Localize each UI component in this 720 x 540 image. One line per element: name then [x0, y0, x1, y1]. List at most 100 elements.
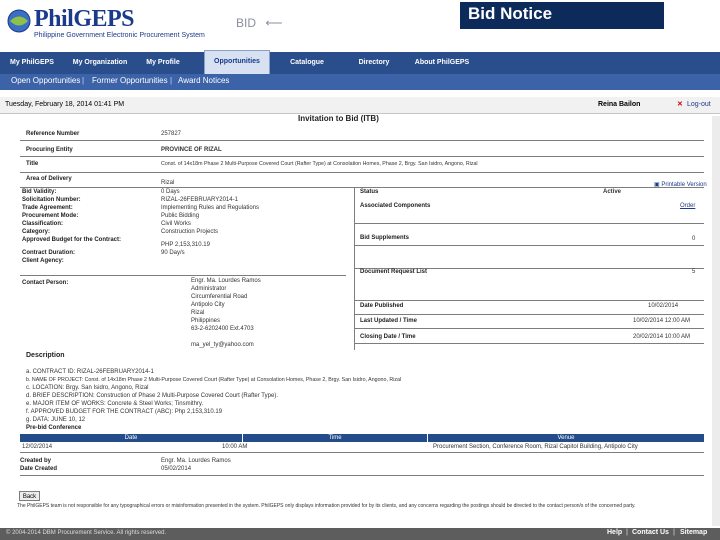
description-line: g. DATA: JUNE 10, 12	[26, 417, 86, 423]
detail-value-procurement-mode: Public Bidding	[161, 213, 200, 219]
vertical-scrollbar[interactable]	[712, 116, 720, 526]
associated-components-order-link[interactable]: Order	[680, 203, 695, 209]
date-published-value: 10/02/2014	[648, 303, 679, 309]
status-value: Active	[603, 189, 622, 195]
subnav-award-notices[interactable]: Award Notices	[178, 76, 229, 85]
description-line: a. CONTRACT ID: RIZAL-26FEBRUARY2014-1	[26, 369, 154, 375]
bid-notice-content: Invitation to Bid (ITB) Reference Number…	[8, 114, 712, 514]
detail-label-client-agency: Client Agency:	[22, 258, 64, 264]
prebid-time: 10:00 AM	[222, 444, 248, 450]
status-label: Status	[360, 189, 379, 195]
associated-components-label: Associated Components	[360, 203, 431, 209]
footer-sitemap-link[interactable]: Sitemap	[680, 529, 707, 536]
closing-date-label: Closing Date / Time	[360, 334, 416, 340]
area-label: Area of Delivery	[26, 176, 72, 182]
bid-label: BID ⟵	[236, 16, 283, 30]
detail-label-procurement-mode: Procurement Mode:	[22, 213, 79, 219]
date-published-label: Date Published	[360, 303, 404, 309]
prebid-conference-label: Pre-bid Conference	[26, 425, 82, 431]
description-label: Description	[26, 352, 65, 359]
current-date: Tuesday, February 18, 2014 01:41 PM	[5, 101, 125, 108]
back-button[interactable]: Back	[19, 491, 40, 501]
title-label: Title	[26, 161, 39, 167]
prebid-header-time: Time	[243, 434, 427, 442]
subnav-open-opportunities[interactable]: Open Opportunities	[11, 76, 80, 85]
description-line: b. NAME OF PROJECT: Const. of 14x18m Pha…	[26, 377, 402, 383]
footer-help-link[interactable]: Help	[607, 529, 622, 536]
main-navbar: My PhilGEPS My Organization My Profile O…	[0, 50, 720, 74]
subnav-former-opportunities[interactable]: Former Opportunities	[92, 76, 168, 85]
detail-label-classification: Classification:	[22, 221, 64, 227]
detail-value-abc: PHP 2,153,310.19	[161, 242, 210, 248]
contact-email: ma_yel_ty@yahoo.com	[191, 342, 254, 348]
contact-line: 63-2-6202400 Ext.4703	[191, 326, 254, 332]
reference-label: Reference Number	[26, 131, 80, 137]
prebid-date: 12/02/2014	[22, 444, 53, 450]
date-created-label: Date Created	[20, 466, 58, 472]
last-updated-label: Last Updated / Time	[360, 318, 417, 324]
date-created-value: 05/02/2014	[161, 466, 192, 472]
description-line: f. APPROVED BUDGET FOR THE CONTRACT (ABC…	[26, 409, 223, 415]
contact-line: Circumferential Road	[191, 294, 248, 300]
document-request-list-value: 5	[692, 269, 696, 275]
return-arrow-icon: ⟵	[265, 16, 283, 30]
prebid-header-date: Date	[20, 434, 242, 442]
logo-subtitle: Philippine Government Electronic Procure…	[34, 32, 205, 39]
description-line: c. LOCATION: Brgy. San Isidro, Angono, R…	[26, 385, 149, 391]
tab-directory[interactable]: Directory	[348, 52, 400, 74]
date-bar: Tuesday, February 18, 2014 01:41 PM Rein…	[0, 97, 720, 114]
detail-value-contract-duration: 90 Day/s	[161, 250, 185, 256]
tab-my-organization[interactable]: My Organization	[66, 52, 134, 74]
globe-icon	[7, 9, 31, 33]
document-request-list-label: Document Request List	[360, 269, 428, 275]
detail-label-trade-agreement: Trade Agreement:	[22, 205, 73, 211]
header: PhilGEPS Philippine Government Electroni…	[0, 0, 720, 50]
prebid-venue: Procurement Section, Conference Room, Ri…	[433, 444, 638, 450]
contact-line: Antipolo City	[191, 302, 225, 308]
disclaimer-text: The PhilGEPS team is not responsible for…	[17, 503, 636, 509]
closing-date-value: 20/02/2014 10:00 AM	[633, 334, 691, 340]
detail-label-abc: Approved Budget for the Contract:	[22, 237, 121, 243]
created-by-label: Created by	[20, 458, 52, 464]
tab-my-profile[interactable]: My Profile	[136, 52, 190, 74]
detail-label-category: Category:	[22, 229, 51, 235]
detail-label-contract-duration: Contract Duration:	[22, 250, 75, 256]
detail-value-classification: Civil Works	[161, 221, 191, 227]
reference-value: 257827	[161, 131, 182, 137]
created-by-value: Engr. Ma. Lourdes Ramos	[161, 458, 231, 464]
procuring-entity-value: PROVINCE OF RIZAL	[161, 147, 222, 153]
contact-person-label: Contact Person:	[22, 280, 69, 286]
detail-value-bid-validity: 0 Days	[161, 189, 180, 195]
tab-opportunities[interactable]: Opportunities	[204, 50, 270, 74]
logout-link[interactable]: Log-out	[687, 101, 711, 108]
description-line: e. MAJOR ITEM OF WORKS: Concrete & Steel…	[26, 401, 204, 407]
last-updated-value: 10/02/2014 12:00 AM	[633, 318, 691, 324]
title-value: Const. of 14x18m Phase 2 Multi-Purpose C…	[161, 161, 478, 167]
area-value: Rizal	[161, 180, 175, 186]
detail-value-trade-agreement: Implementing Rules and Regulations	[161, 205, 260, 211]
contact-line: Engr. Ma. Lourdes Ramos	[191, 278, 261, 284]
contact-line: Administrator	[191, 286, 227, 292]
detail-value-category: Construction Projects	[161, 229, 219, 235]
logout-icon[interactable]: ✕	[677, 100, 683, 108]
footer-contact-link[interactable]: Contact Us	[632, 529, 669, 536]
contact-line: Rizal	[191, 310, 205, 316]
procuring-entity-label: Procuring Entity	[26, 147, 73, 153]
footer-copyright: © 2004-2014 DBM Procurement Service. All…	[6, 530, 167, 536]
tab-about-philgeps[interactable]: About PhilGEPS	[410, 52, 474, 74]
contact-line: Philippines	[191, 318, 221, 324]
bid-label-text: BID	[236, 16, 257, 30]
bid-supplements-label: Bid Supplements	[360, 235, 410, 241]
detail-value-solicitation: RIZAL-26FEBRUARY2014-1	[161, 197, 238, 203]
description-line: d. BRIEF DESCRIPTION: Construction of Ph…	[26, 393, 278, 399]
footer: © 2004-2014 DBM Procurement Service. All…	[0, 528, 720, 540]
logo-title: PhilGEPS	[34, 6, 135, 32]
tab-catalogue[interactable]: Catalogue	[280, 52, 334, 74]
user-name: Reina Bailon	[598, 101, 641, 108]
philgeps-logo[interactable]: PhilGEPS Philippine Government Electroni…	[6, 4, 226, 44]
bid-notice-banner: Bid Notice	[460, 2, 664, 29]
detail-label-bid-validity: Bid Validity:	[22, 189, 57, 195]
detail-label-solicitation: Solicitation Number:	[22, 197, 81, 203]
sub-navbar: Open Opportunities | Former Opportunitie…	[0, 74, 720, 90]
tab-my-philgeps[interactable]: My PhilGEPS	[0, 52, 64, 74]
